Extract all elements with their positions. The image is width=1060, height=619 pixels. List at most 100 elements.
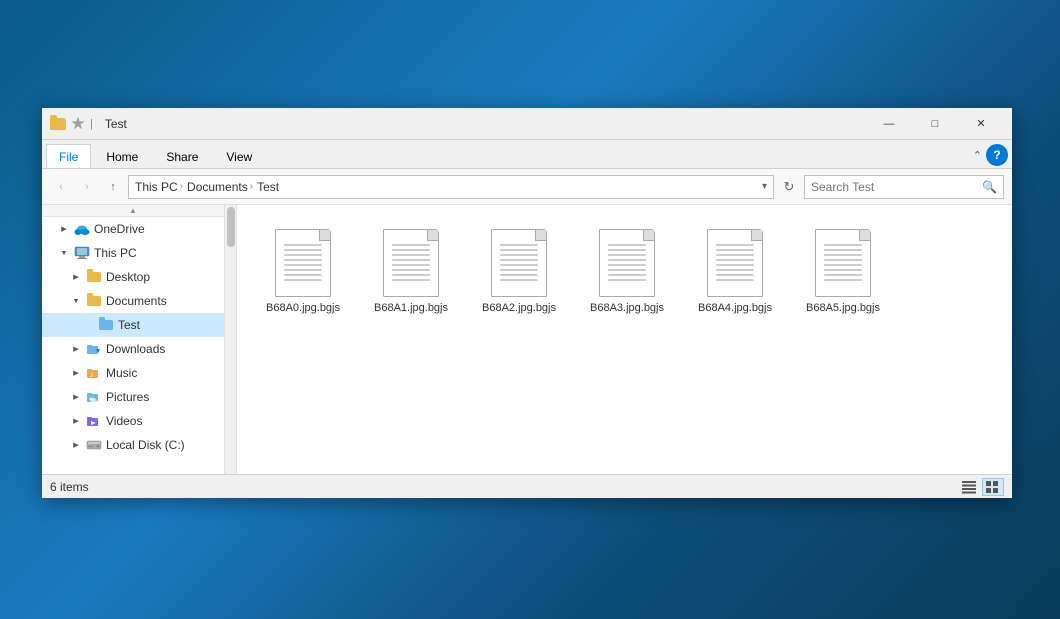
back-button[interactable]: ‹ — [50, 176, 72, 198]
scroll-thumb[interactable] — [227, 207, 235, 247]
file-area: B68A0.jpg.bgjs B68A1.jpg.bgjs B68A2.jpg.… — [237, 205, 1012, 474]
sidebar-label-documents: Documents — [106, 294, 220, 308]
file-name: B68A0.jpg.bgjs — [266, 301, 340, 315]
path-segment-documents: Documents › — [187, 180, 253, 194]
tab-file[interactable]: File — [46, 144, 91, 168]
file-name: B68A2.jpg.bgjs — [482, 301, 556, 315]
videos-icon — [86, 413, 102, 429]
pictures-icon — [86, 389, 102, 405]
test-folder-icon — [98, 317, 114, 333]
sidebar-item-documents[interactable]: Documents — [42, 289, 224, 313]
computer-icon — [74, 245, 90, 261]
address-bar: ‹ › ↑ This PC › Documents › Test ▾ ↻ 🔍 — [42, 169, 1012, 205]
sidebar-item-thispc[interactable]: This PC — [42, 241, 224, 265]
sidebar-label-localdisk: Local Disk (C:) — [106, 438, 220, 452]
tab-view[interactable]: View — [213, 144, 265, 168]
quick-access-icon — [70, 116, 86, 132]
title-bar-icons: | — [50, 116, 93, 132]
sidebar-item-videos[interactable]: Videos — [42, 409, 224, 433]
help-button[interactable]: ? — [986, 144, 1008, 166]
explorer-window: | Test — □ ✕ File Home Share View ⌃ ? ‹ … — [42, 108, 1012, 498]
tab-home[interactable]: Home — [93, 144, 151, 168]
status-bar: 6 items — [42, 474, 1012, 498]
search-input[interactable] — [811, 180, 978, 194]
sidebar-label-thispc: This PC — [94, 246, 220, 260]
ribbon-tabs: File Home Share View ⌃ ? — [42, 140, 1012, 168]
file-item[interactable]: B68A2.jpg.bgjs — [469, 221, 569, 319]
close-button[interactable]: ✕ — [958, 108, 1004, 140]
sidebar-item-onedrive[interactable]: OneDrive — [42, 217, 224, 241]
file-icon — [271, 225, 335, 297]
window-title: Test — [105, 117, 866, 131]
file-item[interactable]: B68A1.jpg.bgjs — [361, 221, 461, 319]
view-buttons — [958, 478, 1004, 496]
downloads-icon — [86, 341, 102, 357]
scroll-up-btn[interactable]: ▲ — [42, 205, 224, 217]
sidebar-label-music: Music — [106, 366, 220, 380]
onedrive-icon — [74, 221, 90, 237]
path-label-documents: Documents — [187, 180, 248, 194]
file-name: B68A1.jpg.bgjs — [374, 301, 448, 315]
sidebar-label-onedrive: OneDrive — [94, 222, 220, 236]
expand-thispc[interactable] — [58, 247, 70, 259]
sidebar-label-pictures: Pictures — [106, 390, 220, 404]
file-name: B68A4.jpg.bgjs — [698, 301, 772, 315]
expand-downloads[interactable] — [70, 343, 82, 355]
ribbon-collapse-btn[interactable]: ⌃ — [973, 149, 982, 162]
sidebar-item-pictures[interactable]: Pictures — [42, 385, 224, 409]
forward-button[interactable]: › — [76, 176, 98, 198]
sidebar-item-test[interactable]: Test — [42, 313, 224, 337]
sidebar-item-desktop[interactable]: Desktop — [42, 265, 224, 289]
svg-text:♪: ♪ — [90, 372, 94, 379]
desktop-folder-icon — [86, 269, 102, 285]
expand-localdisk[interactable] — [70, 439, 82, 451]
path-segment-thispc: This PC › — [135, 180, 183, 194]
file-icon — [379, 225, 443, 297]
file-name: B68A3.jpg.bgjs — [590, 301, 664, 315]
search-box[interactable]: 🔍 — [804, 175, 1004, 199]
file-item[interactable]: B68A0.jpg.bgjs — [253, 221, 353, 319]
sidebar-item-downloads[interactable]: Downloads — [42, 337, 224, 361]
expand-documents[interactable] — [70, 295, 82, 307]
view-details-button[interactable] — [958, 478, 980, 496]
file-icon — [811, 225, 875, 297]
window-controls: — □ ✕ — [866, 108, 1004, 140]
search-icon[interactable]: 🔍 — [982, 180, 997, 194]
file-icon — [487, 225, 551, 297]
title-bar: | Test — □ ✕ — [42, 108, 1012, 140]
maximize-button[interactable]: □ — [912, 108, 958, 140]
sidebar: ▲ OneDrive This PC — [42, 205, 237, 474]
expand-videos[interactable] — [70, 415, 82, 427]
file-item[interactable]: B68A3.jpg.bgjs — [577, 221, 677, 319]
view-largeicon-button[interactable] — [982, 478, 1004, 496]
file-item[interactable]: B68A4.jpg.bgjs — [685, 221, 785, 319]
up-button[interactable]: ↑ — [102, 176, 124, 198]
ribbon: File Home Share View ⌃ ? — [42, 140, 1012, 169]
file-item[interactable]: B68A5.jpg.bgjs — [793, 221, 893, 319]
path-segment-test: Test — [257, 180, 279, 194]
expand-onedrive[interactable] — [58, 223, 70, 235]
expand-pictures[interactable] — [70, 391, 82, 403]
main-content: ▲ OneDrive This PC — [42, 205, 1012, 474]
address-path[interactable]: This PC › Documents › Test ▾ — [128, 175, 774, 199]
sidebar-label-videos: Videos — [106, 414, 220, 428]
sidebar-label-test: Test — [118, 318, 220, 332]
path-dropdown-arrow[interactable]: ▾ — [762, 181, 767, 192]
title-separator: | — [90, 118, 93, 130]
sidebar-label-downloads: Downloads — [106, 342, 220, 356]
tab-share[interactable]: Share — [153, 144, 211, 168]
file-name: B68A5.jpg.bgjs — [806, 301, 880, 315]
refresh-button[interactable]: ↻ — [778, 176, 800, 198]
sidebar-item-music[interactable]: ♪ Music — [42, 361, 224, 385]
file-icon — [703, 225, 767, 297]
minimize-button[interactable]: — — [866, 108, 912, 140]
sidebar-label-desktop: Desktop — [106, 270, 220, 284]
music-icon: ♪ — [86, 365, 102, 381]
documents-folder-icon — [86, 293, 102, 309]
expand-desktop[interactable] — [70, 271, 82, 283]
expand-music[interactable] — [70, 367, 82, 379]
item-count: 6 items — [50, 480, 89, 494]
folder-icon-title — [50, 116, 66, 132]
sidebar-item-localdisk[interactable]: Local Disk (C:) — [42, 433, 224, 457]
sidebar-scrollbar[interactable] — [224, 205, 236, 474]
